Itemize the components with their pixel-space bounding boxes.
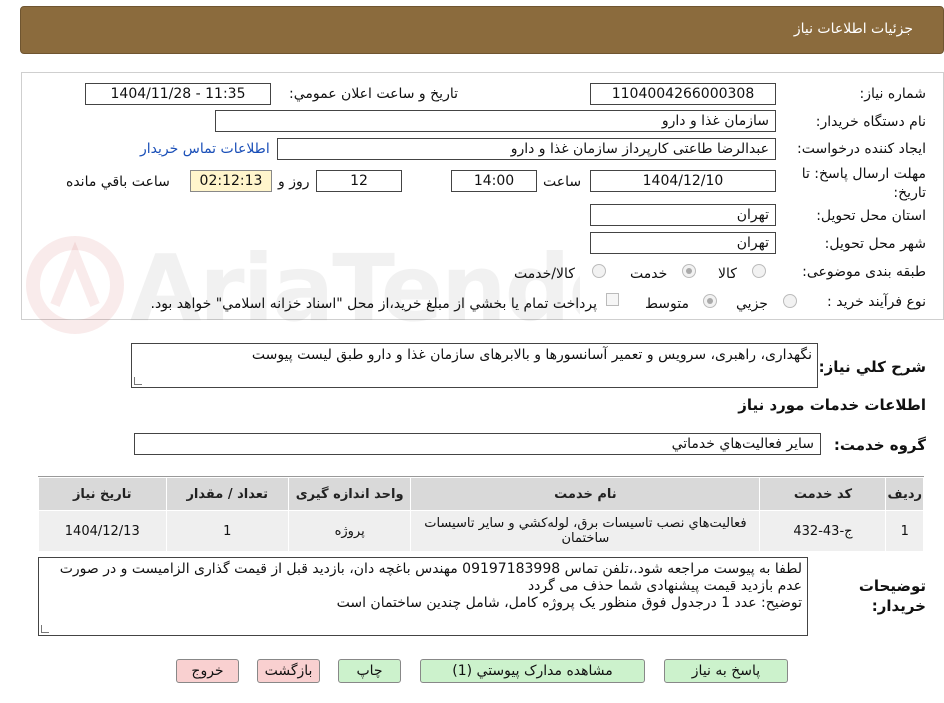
category-option-both: کالا/خدمت [514,266,575,282]
remaining-label: ساعت باقي مانده [66,174,170,190]
announce-label: تاريخ و ساعت اعلان عمومي: [289,86,458,102]
announce-field[interactable]: 1404/11/28 - 11:35 [85,83,271,105]
cell-service-code: ج-43-432 [759,510,887,552]
need-number-label: شماره نياز: [859,86,927,102]
exit-button[interactable]: خروج [176,659,239,683]
category-label: طبقه بندی موضوعی: [802,264,926,280]
resize-handle-icon[interactable] [134,377,142,385]
category-radio-both[interactable] [592,264,606,278]
col-header-name: نام خدمت [410,477,761,511]
deadline-time-field[interactable]: 14:00 [451,170,537,192]
resize-handle-icon[interactable] [41,625,49,633]
table-row: 1 ج-43-432 فعاليت‌هاي نصب تاسيسات برق، ل… [38,510,924,552]
reply-button[interactable]: پاسخ به نياز [664,659,788,683]
service-group-field[interactable]: ساير فعاليت‌هاي خدماتي [134,433,821,455]
creator-field[interactable]: عبدالرضا طاعتی کارپرداز سازمان غذا و دار… [277,138,776,160]
cell-quantity: 1 [165,510,289,552]
back-button[interactable]: بازگشت [257,659,320,683]
page-header: جزئيات اطلاعات نياز [20,6,944,54]
process-radio-medium[interactable] [703,294,717,308]
col-header-code: کد خدمت [759,477,887,511]
description-label: شرح کلي نياز: [818,358,926,376]
service-group-label: گروه خدمت: [833,436,926,454]
page-title: جزئيات اطلاعات نياز [793,21,913,37]
category-radio-service[interactable] [682,264,696,278]
watermark-icon: AriaTender.neT [26,235,881,342]
process-label: نوع فرآيند خريد : [827,294,926,310]
category-radio-goods[interactable] [752,264,766,278]
city-label: شهر محل تحويل: [824,236,926,252]
deadline-time-label: ساعت [543,174,582,190]
services-section-title: اطلاعات خدمات مورد نياز [738,396,926,414]
city-field[interactable]: تهران [590,232,776,254]
deadline-label: مهلت ارسال پاسخ: تا تاريخ: [801,166,926,201]
cell-row-number: 1 [885,510,924,552]
deadline-date-field[interactable]: 1404/12/10 [590,170,776,192]
buyer-org-field[interactable]: سازمان غذا و دارو [215,110,776,132]
services-table: رديف کد خدمت نام خدمت واحد اندازه گيری ت… [38,477,924,552]
buyer-notes-textarea[interactable]: لطفا به پیوست مراجعه شود.،تلفن تماس 0919… [38,557,808,636]
treasury-checkbox[interactable] [606,293,619,306]
buyer-notes-label: توضيحات خريدار: [858,577,926,615]
buyer-org-label: نام دستگاه خريدار: [815,114,926,130]
buyer-notes-line-1: لطفا به پیوست مراجعه شود.،تلفن تماس 0919… [59,561,802,594]
buyer-contact-link[interactable]: اطلاعات تماس خريدار [140,141,270,157]
category-option-service: خدمت [630,266,668,282]
remaining-timer: 02:12:13 [190,170,272,192]
description-textarea[interactable]: نگهداری، راهبری، سرویس و تعمیر آسانسورها… [131,343,818,388]
creator-label: ايجاد کننده درخواست: [797,141,926,157]
view-attachments-button[interactable]: مشاهده مدارک پيوستي (1) [420,659,645,683]
province-field[interactable]: تهران [590,204,776,226]
cell-need-date: 1404/12/13 [38,510,167,552]
cell-service-name: فعاليت‌هاي نصب تاسيسات برق، لوله‌کشي و س… [410,510,761,552]
buyer-notes-line-2: توضیح: عدد 1 درجدول فوق منظور یک پروژه ک… [336,595,802,611]
description-text: نگهداری، راهبری، سرویس و تعمیر آسانسورها… [251,347,812,363]
svg-text:AriaTender.neT: AriaTender.neT [130,235,580,342]
process-option-medium: متوسط [645,296,689,312]
col-header-date: تاريخ نياز [38,477,167,511]
watermark-logo: AriaTender.neT [20,225,881,345]
category-option-goods: کالا [718,266,737,282]
days-label: روز و [278,174,310,190]
process-radio-minor[interactable] [783,294,797,308]
days-field[interactable]: 12 [316,170,402,192]
need-number-field[interactable]: 1104004266000308 [590,83,776,105]
province-label: استان محل تحويل: [816,208,926,224]
cell-unit: پروژه [287,510,412,552]
col-header-unit: واحد اندازه گيری [287,477,412,511]
col-header-row: رديف [885,477,924,511]
process-option-minor: جزيي [736,296,768,312]
print-button[interactable]: چاپ [338,659,401,683]
payment-note: پرداخت تمام يا بخشي از مبلغ خريد،از محل … [150,296,597,312]
col-header-quantity: تعداد / مقدار [165,477,289,511]
